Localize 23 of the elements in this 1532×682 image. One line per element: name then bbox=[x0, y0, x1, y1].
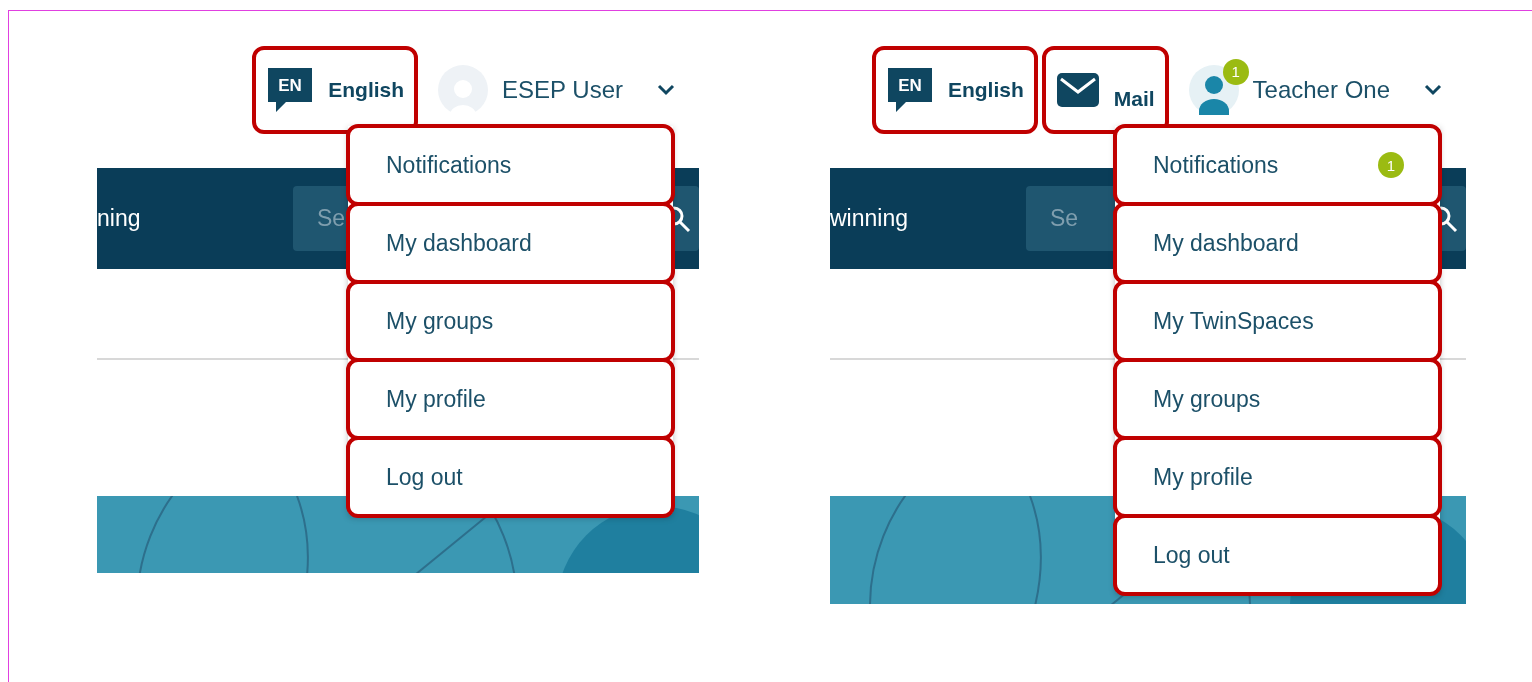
menu-item[interactable]: My profile bbox=[1115, 438, 1440, 516]
menu-item[interactable]: My profile bbox=[348, 360, 673, 438]
notification-count: 1 bbox=[1222, 58, 1249, 85]
nav-link[interactable]: ning bbox=[97, 205, 141, 232]
menu-item[interactable]: Log out bbox=[348, 438, 673, 516]
speech-bubble-icon: EN bbox=[266, 65, 315, 114]
menu-item[interactable]: Notifications bbox=[348, 126, 673, 204]
menu-item[interactable]: My groups bbox=[1115, 360, 1440, 438]
language-button[interactable]: EN English bbox=[871, 45, 1038, 134]
menu-item[interactable]: My groups bbox=[348, 282, 673, 360]
chevron-down-icon bbox=[657, 83, 675, 96]
menu-item[interactable]: My dashboard bbox=[1115, 204, 1440, 282]
menu-item[interactable]: My TwinSpaces bbox=[1115, 282, 1440, 360]
menu-item[interactable]: Log out bbox=[1115, 516, 1440, 594]
speech-bubble-icon: EN bbox=[885, 65, 934, 114]
menu-item[interactable]: Notifications 1 bbox=[1115, 126, 1440, 204]
mail-icon bbox=[1055, 71, 1100, 108]
chevron-down-icon bbox=[1424, 83, 1442, 96]
mail-label: Mail bbox=[1113, 86, 1155, 111]
notification-count: 1 bbox=[1378, 152, 1404, 178]
menu-item[interactable]: My dashboard bbox=[348, 204, 673, 282]
user-menu-button[interactable]: ESEP User bbox=[434, 64, 679, 115]
nav-link[interactable]: winning bbox=[830, 205, 908, 232]
